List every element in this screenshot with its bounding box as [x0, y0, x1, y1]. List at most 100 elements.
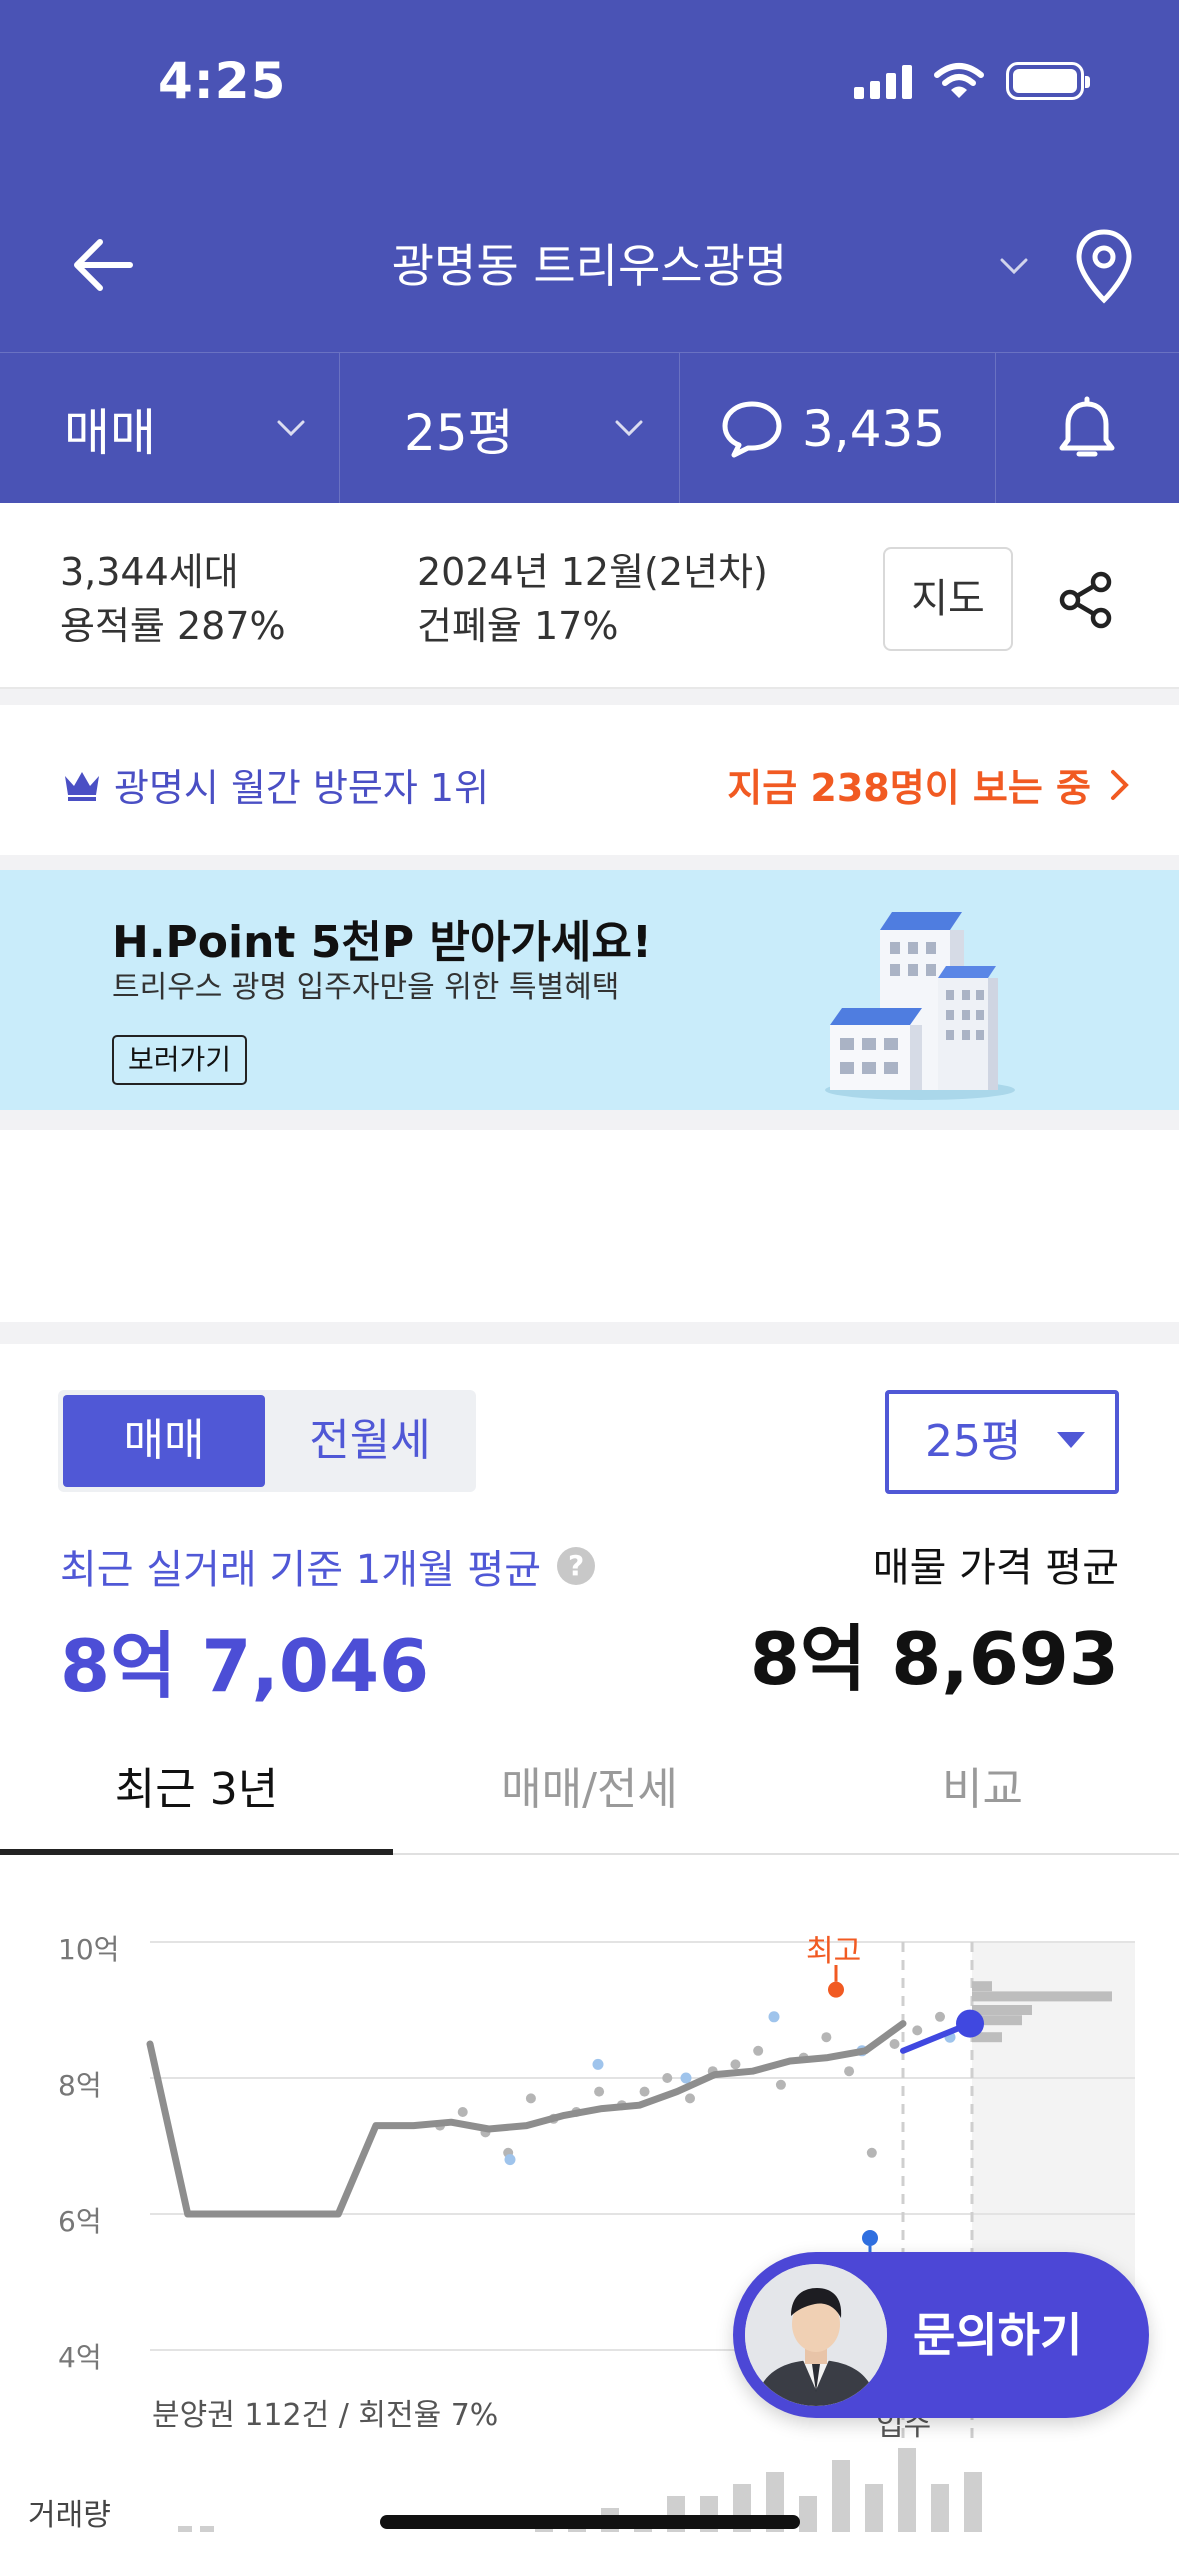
transaction-point	[889, 2039, 900, 2049]
segment-rent[interactable]: 전월세	[270, 1395, 470, 1487]
status-bar: 4:25	[0, 0, 1179, 170]
highest-marker	[828, 1981, 844, 1998]
listing-bar	[972, 1991, 1112, 2002]
transaction-point	[844, 2066, 855, 2077]
avg-price-line	[146, 2020, 907, 2218]
trade-segment-toggle: 매매 전월세	[58, 1390, 476, 1492]
avg-price-label-row: 최근 실거래 기준 1개월 평균 ?	[60, 1537, 596, 1595]
cellular-signal-icon	[854, 63, 912, 99]
tab-compare[interactable]: 비교	[786, 1735, 1179, 1855]
price-chart[interactable]: 10억 8억 6억 4억 최고 분양권 112건 / 회전율 7% 입주 거래량	[0, 1880, 1179, 2556]
transaction-point	[775, 2079, 786, 2090]
trade-type-label: 매매	[64, 403, 156, 462]
volume-bar	[832, 2460, 850, 2532]
visitor-rank-row[interactable]: 광명시 월간 방문자 1위 지금 238명이 보는 중	[0, 705, 1179, 855]
floor-area-ratio: 용적률 287%	[60, 604, 286, 648]
volume-bar	[898, 2448, 916, 2532]
battery-icon	[1006, 62, 1090, 100]
comments-button[interactable]: 3,435	[680, 353, 996, 504]
avg-price-label: 최근 실거래 기준 1개월 평균	[60, 1547, 542, 1593]
visitor-rank-text: 광명시 월간 방문자 1위	[114, 766, 490, 810]
move-in-marker	[862, 2230, 878, 2246]
coverage-ratio: 건폐율 17%	[417, 604, 619, 648]
crown-icon	[65, 771, 99, 801]
caret-down-icon	[1057, 1432, 1085, 1448]
trade-type-dropdown[interactable]: 매매	[0, 353, 340, 504]
transaction-point	[730, 2059, 741, 2070]
volume-bar	[200, 2526, 214, 2532]
households: 3,344세대	[60, 550, 239, 594]
live-viewers[interactable]: 지금 238명이 보는 중	[727, 757, 1131, 812]
building-illustration	[825, 912, 1015, 1100]
transaction-point	[912, 2025, 923, 2036]
banner-view-button[interactable]: 보러가기	[112, 1035, 248, 1085]
wifi-icon	[934, 63, 984, 98]
share-icon[interactable]	[1058, 571, 1114, 629]
presale-note: 분양권 112건 / 회전율 7%	[152, 2398, 499, 2433]
banner-subtitle: 트리우스 광명 입주자만을 위한 특별혜택	[112, 970, 620, 1005]
volume-bar	[799, 2496, 817, 2532]
volume-label: 거래량	[28, 2498, 111, 2533]
divider	[0, 1322, 1179, 1344]
current-price-point	[956, 2009, 984, 2038]
live-viewers-text: 지금 238명이 보는 중	[727, 766, 1091, 810]
area-label: 25평	[404, 403, 514, 462]
segment-sale[interactable]: 매매	[63, 1395, 265, 1487]
y-tick-label: 10억	[58, 1933, 120, 1966]
visitor-rank: 광명시 월간 방문자 1위	[62, 757, 489, 812]
listing-bar	[972, 2005, 1032, 2015]
inquiry-label: 문의하기	[913, 2308, 1083, 2362]
area-select-value: 25평	[925, 1416, 1022, 1467]
home-indicator	[380, 2515, 800, 2529]
app-header: 4:25 광명동 트리우스광명 매매 25평 3,435	[0, 0, 1179, 504]
transaction-point	[457, 2107, 468, 2117]
map-button[interactable]: 지도	[883, 547, 1013, 651]
transaction-point	[525, 2093, 536, 2104]
presale-point	[592, 2058, 604, 2070]
completion-date: 2024년 12월(2년차)	[417, 550, 768, 594]
transaction-point	[662, 2073, 673, 2083]
comments-count: 3,435	[802, 399, 946, 458]
highest-label: 최고	[806, 1934, 862, 1969]
agent-avatar	[745, 2264, 887, 2406]
transaction-point	[753, 2045, 764, 2056]
tab-recent-3-years[interactable]: 최근 3년	[0, 1735, 393, 1855]
price-chart-svg	[146, 1941, 1135, 2532]
promo-banner[interactable]: H.Point 5천P 받아가세요! 트리우스 광명 입주자만을 위한 특별혜택…	[0, 870, 1179, 1110]
status-time: 4:25	[158, 52, 287, 110]
y-tick-label: 4억	[58, 2341, 102, 2374]
listing-price-value: 8억 8,693	[749, 1617, 1119, 1701]
transaction-point	[639, 2086, 650, 2097]
presale-point	[504, 2154, 516, 2166]
transaction-point	[935, 2011, 945, 2022]
chevron-down-icon	[277, 420, 305, 437]
bell-icon	[1059, 396, 1115, 456]
presale-point	[680, 2072, 692, 2084]
chart-tabs: 최근 3년 매매/전세 비교	[0, 1735, 1179, 1855]
area-select[interactable]: 25평	[885, 1390, 1119, 1494]
title-row: 광명동 트리우스광명	[0, 200, 1179, 320]
listing-price-label: 매물 가격 평균	[872, 1545, 1119, 1591]
inquiry-button[interactable]: 문의하기	[733, 2252, 1149, 2418]
chevron-right-icon	[1111, 769, 1129, 800]
volume-bar	[865, 2484, 883, 2532]
alert-button[interactable]	[996, 353, 1179, 504]
transaction-point	[594, 2086, 605, 2097]
transaction-point	[866, 2147, 877, 2158]
banner-title: H.Point 5천P 받아가세요!	[112, 917, 652, 968]
presale-point	[768, 2011, 780, 2023]
volume-bar	[178, 2526, 192, 2532]
divider	[0, 855, 1179, 870]
transaction-point	[821, 2032, 832, 2043]
divider	[0, 689, 1179, 705]
chevron-down-icon[interactable]	[996, 248, 1032, 284]
help-icon[interactable]: ?	[557, 1547, 596, 1585]
tab-sale-jeonse[interactable]: 매매/전세	[393, 1735, 786, 1855]
listing-bar	[972, 1981, 992, 1992]
area-dropdown[interactable]: 25평	[340, 353, 680, 504]
y-tick-label: 8억	[58, 2069, 102, 2102]
location-pin-icon[interactable]	[1074, 228, 1134, 304]
chevron-down-icon	[615, 420, 643, 437]
complex-info: 3,344세대 용적률 287% 2024년 12월(2년차) 건폐율 17% …	[0, 503, 1179, 689]
filter-row: 매매 25평 3,435	[0, 352, 1179, 504]
